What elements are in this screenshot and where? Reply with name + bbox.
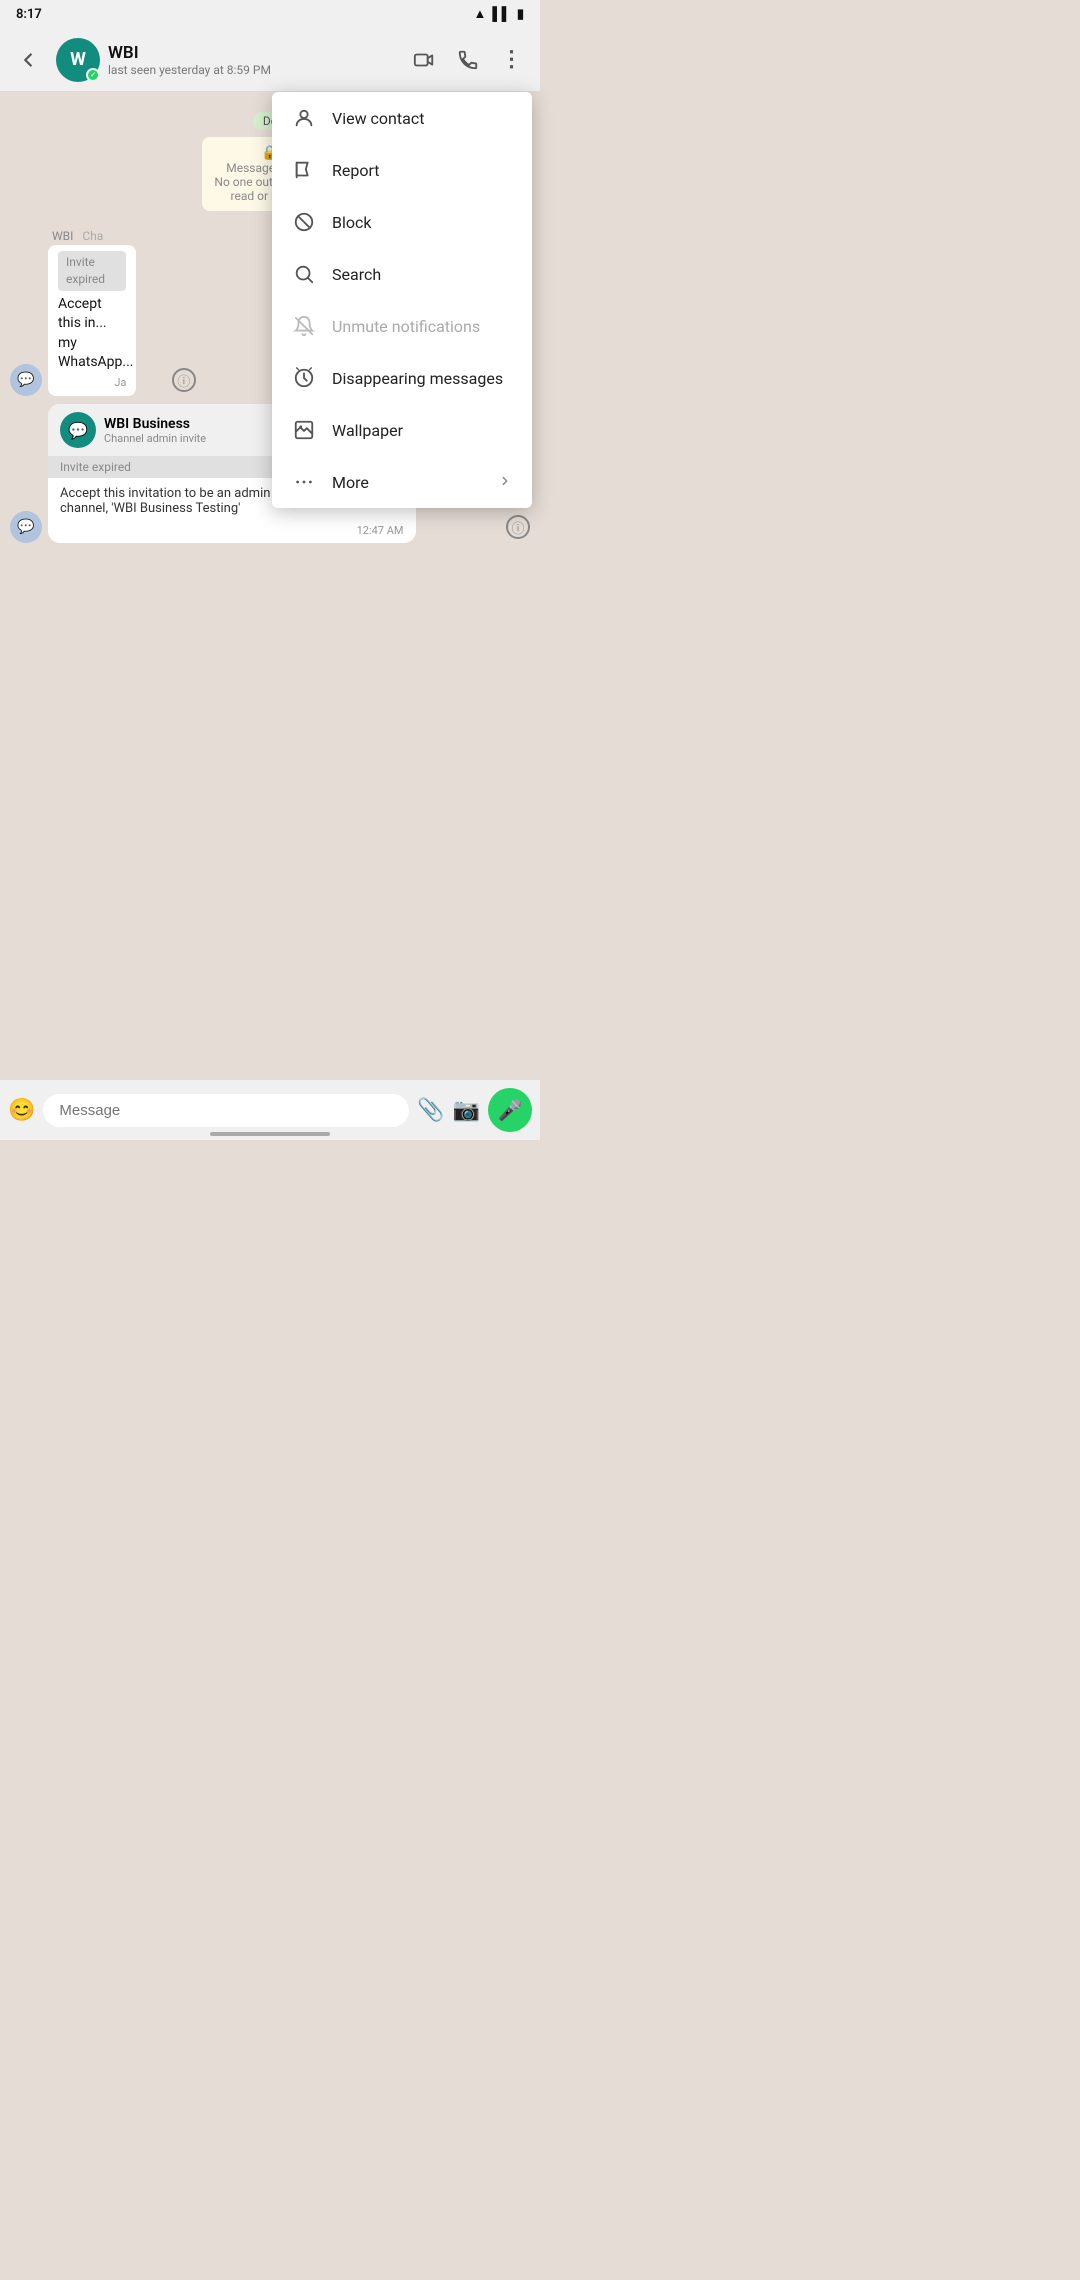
menu-item-disappearing-messages[interactable]: Disappearing messages bbox=[272, 352, 532, 404]
chevron-right-icon bbox=[498, 474, 512, 491]
menu-item-view-contact[interactable]: View contact bbox=[272, 92, 532, 144]
menu-item-search[interactable]: Search bbox=[272, 248, 532, 300]
menu-item-report[interactable]: Report bbox=[272, 144, 532, 196]
block-label: Block bbox=[332, 213, 512, 232]
more-label: More bbox=[332, 473, 482, 492]
menu-item-unmute[interactable]: Unmute notifications bbox=[272, 300, 532, 352]
block-icon bbox=[292, 210, 316, 234]
search-label: Search bbox=[332, 265, 512, 284]
report-icon bbox=[292, 158, 316, 182]
context-menu: View contact Report Block Search bbox=[272, 92, 532, 508]
menu-item-block[interactable]: Block bbox=[272, 196, 532, 248]
report-label: Report bbox=[332, 161, 512, 180]
wallpaper-icon bbox=[292, 418, 316, 442]
unmute-notifications-icon bbox=[292, 314, 316, 338]
unmute-notifications-label: Unmute notifications bbox=[332, 317, 512, 336]
menu-item-more[interactable]: More bbox=[272, 456, 532, 508]
disappearing-messages-label: Disappearing messages bbox=[332, 369, 512, 388]
wallpaper-label: Wallpaper bbox=[332, 421, 512, 440]
view-contact-icon bbox=[292, 106, 316, 130]
more-icon bbox=[292, 470, 316, 494]
view-contact-label: View contact bbox=[332, 109, 512, 128]
disappearing-messages-icon bbox=[292, 366, 316, 390]
menu-item-wallpaper[interactable]: Wallpaper bbox=[272, 404, 532, 456]
search-icon bbox=[292, 262, 316, 286]
